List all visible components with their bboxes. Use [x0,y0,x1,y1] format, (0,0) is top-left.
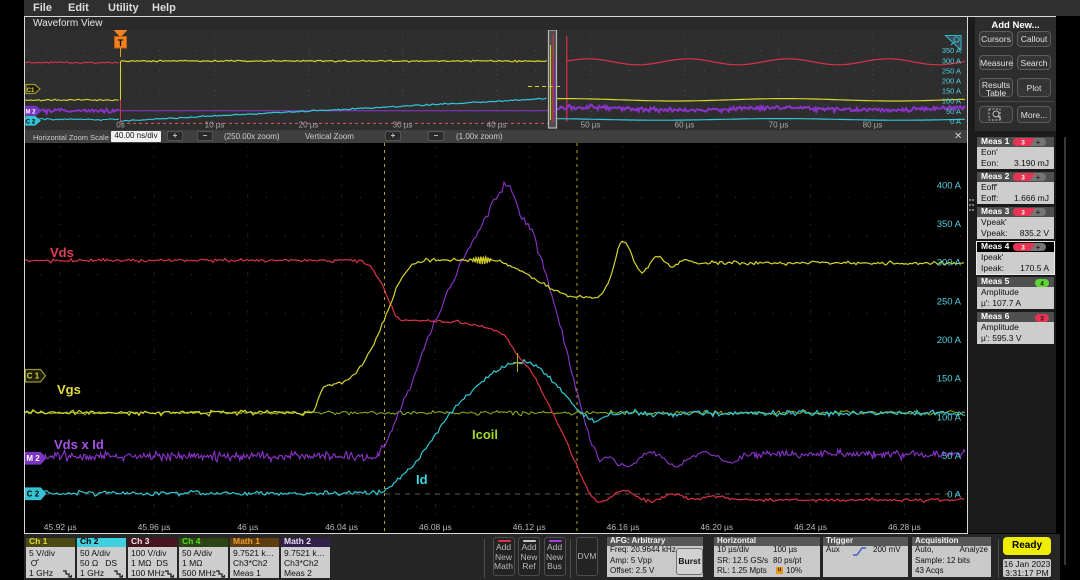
svg-text:T: T [118,38,124,48]
svg-text:10 µs: 10 µs [205,121,225,130]
svg-text:40 µs: 40 µs [487,121,507,130]
svg-text:200 A: 200 A [937,335,962,346]
svg-text:45.96 µs: 45.96 µs [138,522,171,532]
svg-text:100 A: 100 A [942,97,961,106]
svg-text:350 A: 350 A [937,219,962,230]
svg-text:3: 3 [1021,245,1025,252]
svg-text:100 A: 100 A [937,412,962,423]
svg-text:250 A: 250 A [942,66,961,75]
svg-text:+: + [1036,138,1041,146]
svg-text:46 µs: 46 µs [237,522,258,532]
svg-text:+: + [1036,243,1041,251]
svg-text:400 A: 400 A [937,180,962,191]
svg-text:250 A: 250 A [937,296,962,307]
svg-text:50 µs: 50 µs [581,121,601,130]
svg-text:Vds: Vds [50,245,74,260]
svg-text:M 2: M 2 [26,454,40,463]
svg-text:3: 3 [1021,140,1025,147]
svg-text:50 A: 50 A [942,451,962,462]
svg-text:46.20 µs: 46.20 µs [700,522,733,532]
svg-text:C 2: C 2 [26,120,36,126]
svg-text:300 A: 300 A [937,258,962,269]
svg-text:70 µs: 70 µs [769,121,789,130]
svg-text:50 A: 50 A [946,107,961,116]
svg-text:46.08 µs: 46.08 µs [419,522,452,532]
svg-text:Vgs: Vgs [57,382,81,397]
svg-text:+: + [1036,173,1041,181]
svg-text:150 A: 150 A [942,87,961,96]
svg-text:60 µs: 60 µs [675,121,695,130]
svg-text:46.12 µs: 46.12 µs [513,522,546,532]
svg-text:46.04 µs: 46.04 µs [325,522,358,532]
svg-text:46.24 µs: 46.24 µs [794,522,827,532]
svg-text:+: + [1036,208,1041,216]
svg-text:45.92 µs: 45.92 µs [44,522,77,532]
svg-text:150 A: 150 A [937,374,962,385]
svg-text:Vds x Id: Vds x Id [54,437,104,452]
svg-text:0s: 0s [116,121,124,130]
svg-text:80 µs: 80 µs [863,121,883,130]
svg-text:30 µs: 30 µs [393,121,413,130]
svg-text:46.28 µs: 46.28 µs [888,522,921,532]
svg-text:3: 3 [1021,210,1025,217]
svg-text:C 1: C 1 [27,372,40,381]
svg-text:C1: C1 [27,88,35,94]
svg-text:Icoil: Icoil [472,427,498,442]
svg-text:0 A: 0 A [950,117,961,126]
svg-text:0 A: 0 A [947,490,961,501]
svg-text:Id: Id [416,472,428,487]
svg-text:350 A: 350 A [942,46,961,55]
svg-text:200 A: 200 A [942,77,961,86]
svg-text:3: 3 [1021,175,1025,182]
svg-text:20 µs: 20 µs [299,121,319,130]
svg-text:300 A: 300 A [942,56,961,65]
svg-text:M 2: M 2 [25,110,36,116]
svg-text:46.16 µs: 46.16 µs [607,522,640,532]
svg-text:C 2: C 2 [27,490,40,499]
